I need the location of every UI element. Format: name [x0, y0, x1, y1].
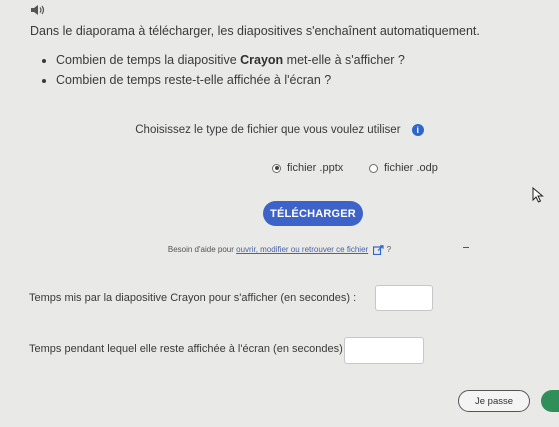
duration-visible-label: Temps pendant lequel elle reste affichée…: [29, 343, 349, 355]
duration-visible-input[interactable]: [344, 337, 424, 364]
question-text: Combien de temps la diapositive: [56, 53, 241, 67]
exercise-page: Dans le diaporama à télécharger, les dia…: [0, 0, 559, 427]
duration-display-input[interactable]: [375, 285, 433, 311]
file-type-prompt: Choisissez le type de fichier que vous v…: [0, 124, 559, 136]
question-text: Combien de temps reste-t-elle affichée à…: [56, 73, 332, 87]
instructions-text: Dans le diaporama à télécharger, les dia…: [30, 24, 480, 38]
question-bold: Crayon: [240, 53, 284, 67]
question-text: met-elle à s'afficher ?: [283, 53, 405, 67]
divider: [463, 247, 469, 248]
help-text: ?: [386, 245, 392, 255]
radio-label: fichier .pptx: [287, 162, 344, 174]
radio-label: fichier .odp: [384, 162, 438, 174]
help-line: Besoin d'aide pour ouvrir, modifier ou r…: [0, 245, 559, 255]
radio-odp[interactable]: fichier .odp: [369, 162, 438, 174]
duration-display-label: Temps mis par la diapositive Crayon pour…: [29, 292, 357, 304]
download-button[interactable]: TÉLÉCHARGER: [263, 201, 363, 226]
mouse-cursor-icon: [532, 187, 544, 203]
radio-pptx[interactable]: fichier .pptx: [272, 162, 343, 174]
help-link[interactable]: ouvrir, modifier ou retrouver ce fichier: [236, 245, 368, 254]
external-link-icon[interactable]: [373, 245, 385, 255]
file-type-radio-group: fichier .pptx fichier .odp: [0, 162, 559, 178]
radio-button[interactable]: [272, 163, 281, 173]
question-item: Combien de temps la diapositive Crayon m…: [56, 50, 405, 70]
help-text: Besoin d'aide pour: [167, 245, 237, 255]
question-item: Combien de temps reste-t-elle affichée à…: [56, 70, 405, 90]
speaker-icon[interactable]: [30, 4, 46, 16]
info-icon[interactable]: i: [411, 124, 424, 136]
skip-button[interactable]: Je passe: [458, 390, 530, 412]
validate-button[interactable]: [541, 390, 559, 412]
radio-button[interactable]: [369, 163, 378, 173]
file-type-label: Choisissez le type de fichier que vous v…: [135, 124, 401, 137]
question-list: Combien de temps la diapositive Crayon m…: [40, 50, 405, 90]
